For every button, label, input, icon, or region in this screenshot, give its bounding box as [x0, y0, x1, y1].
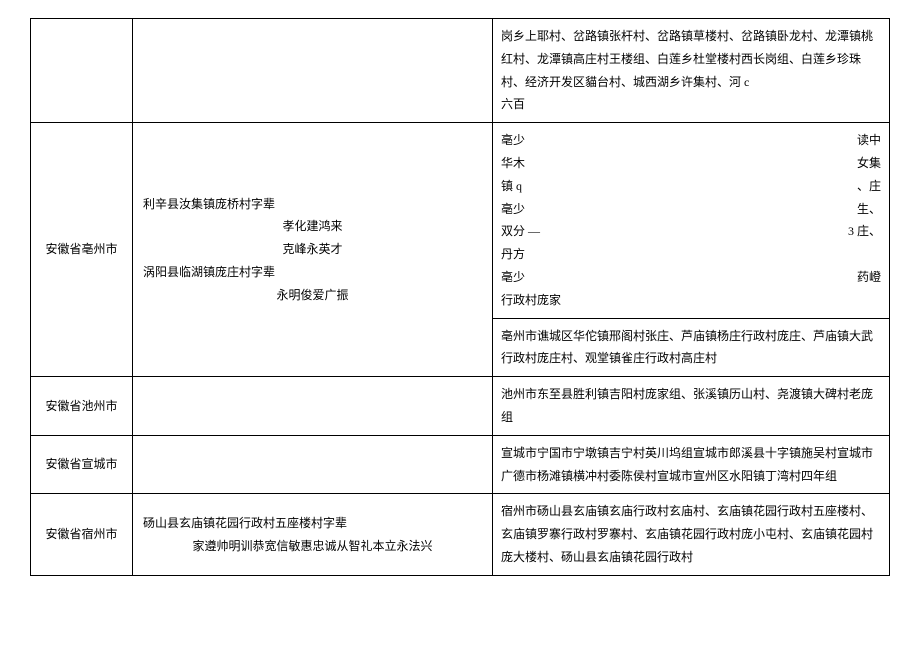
- table-row: 安徽省宣城市 宣城市宁国市宁墩镇吉宁村英川坞组宣城市郎溪县十字镇施吴村宣城市广德…: [31, 435, 890, 494]
- cell-region: 安徽省宿州市: [31, 494, 133, 575]
- cell-villages: 岗乡上耶村、岔路镇张杆村、岔路镇草楼村、岔路镇卧龙村、龙潭镇桃红村、龙潭镇高庄村…: [493, 19, 890, 123]
- region-table: 岗乡上耶村、岔路镇张杆村、岔路镇草楼村、岔路镇卧龙村、龙潭镇桃红村、龙潭镇高庄村…: [30, 18, 890, 576]
- cell-zibei: [133, 377, 493, 436]
- table-row: 安徽省亳州市 利辛县汝集镇庞桥村字辈 孝化建鸿来 克峰永英才 涡阳县临湖镇庞庄村…: [31, 123, 890, 318]
- villages-text: 岗乡上耶村、岔路镇张杆村、岔路镇草楼村、岔路镇卧龙村、龙潭镇桃红村、龙潭镇高庄村…: [501, 29, 873, 111]
- cell-region: [31, 19, 133, 123]
- village-line: 行政村庞家: [501, 289, 881, 312]
- cell-region: 安徽省宣城市: [31, 435, 133, 494]
- zibei-line: 利辛县汝集镇庞桥村字辈: [141, 193, 484, 216]
- cell-villages: 亳州市谯城区华佗镇邢阁村张庄、芦庙镇杨庄行政村庞庄、芦庙镇大武行政村庞庄村、观堂…: [493, 318, 890, 377]
- zibei-line: 家遵帅明训恭宽信敏惠忠诚从智礼本立永法兴: [141, 535, 484, 558]
- cell-zibei: [133, 435, 493, 494]
- village-line: 华木 女集: [501, 152, 881, 175]
- village-line: 亳少 读中: [501, 129, 881, 152]
- village-line: 亳少 药嶝: [501, 266, 881, 289]
- cell-villages: 宣城市宁国市宁墩镇吉宁村英川坞组宣城市郎溪县十字镇施吴村宣城市广德市杨滩镇横冲村…: [493, 435, 890, 494]
- table-row: 安徽省池州市 池州市东至县胜利镇吉阳村庞家组、张溪镇历山村、尧渡镇大碑村老庞组: [31, 377, 890, 436]
- cell-villages: 亳少 读中 华木 女集 镇 q 、庄 亳少 生、: [493, 123, 890, 318]
- zibei-line: 永明俊爱广振: [141, 284, 484, 307]
- zibei-line: 克峰永英才: [141, 238, 484, 261]
- zibei-line: 涡阳县临湖镇庞庄村字辈: [141, 261, 484, 284]
- cell-region: 安徽省池州市: [31, 377, 133, 436]
- cell-region: 安徽省亳州市: [31, 123, 133, 377]
- cell-zibei: [133, 19, 493, 123]
- zibei-line: 孝化建鸿来: [141, 215, 484, 238]
- cell-villages: 池州市东至县胜利镇吉阳村庞家组、张溪镇历山村、尧渡镇大碑村老庞组: [493, 377, 890, 436]
- cell-villages: 宿州市砀山县玄庙镇玄庙行政村玄庙村、玄庙镇花园行政村五座楼村、玄庙镇罗寨行政村罗…: [493, 494, 890, 575]
- zibei-line: 砀山县玄庙镇花园行政村五座楼村字辈: [141, 512, 484, 535]
- cell-zibei: 砀山县玄庙镇花园行政村五座楼村字辈 家遵帅明训恭宽信敏惠忠诚从智礼本立永法兴: [133, 494, 493, 575]
- cell-zibei: 利辛县汝集镇庞桥村字辈 孝化建鸿来 克峰永英才 涡阳县临湖镇庞庄村字辈 永明俊爱…: [133, 123, 493, 377]
- village-line: 双分 — 3 庄、: [501, 220, 881, 243]
- table-row: 安徽省宿州市 砀山县玄庙镇花园行政村五座楼村字辈 家遵帅明训恭宽信敏惠忠诚从智礼…: [31, 494, 890, 575]
- village-line: 丹方: [501, 243, 881, 266]
- table-row: 岗乡上耶村、岔路镇张杆村、岔路镇草楼村、岔路镇卧龙村、龙潭镇桃红村、龙潭镇高庄村…: [31, 19, 890, 123]
- village-line: 亳少 生、: [501, 198, 881, 221]
- village-line: 镇 q 、庄: [501, 175, 881, 198]
